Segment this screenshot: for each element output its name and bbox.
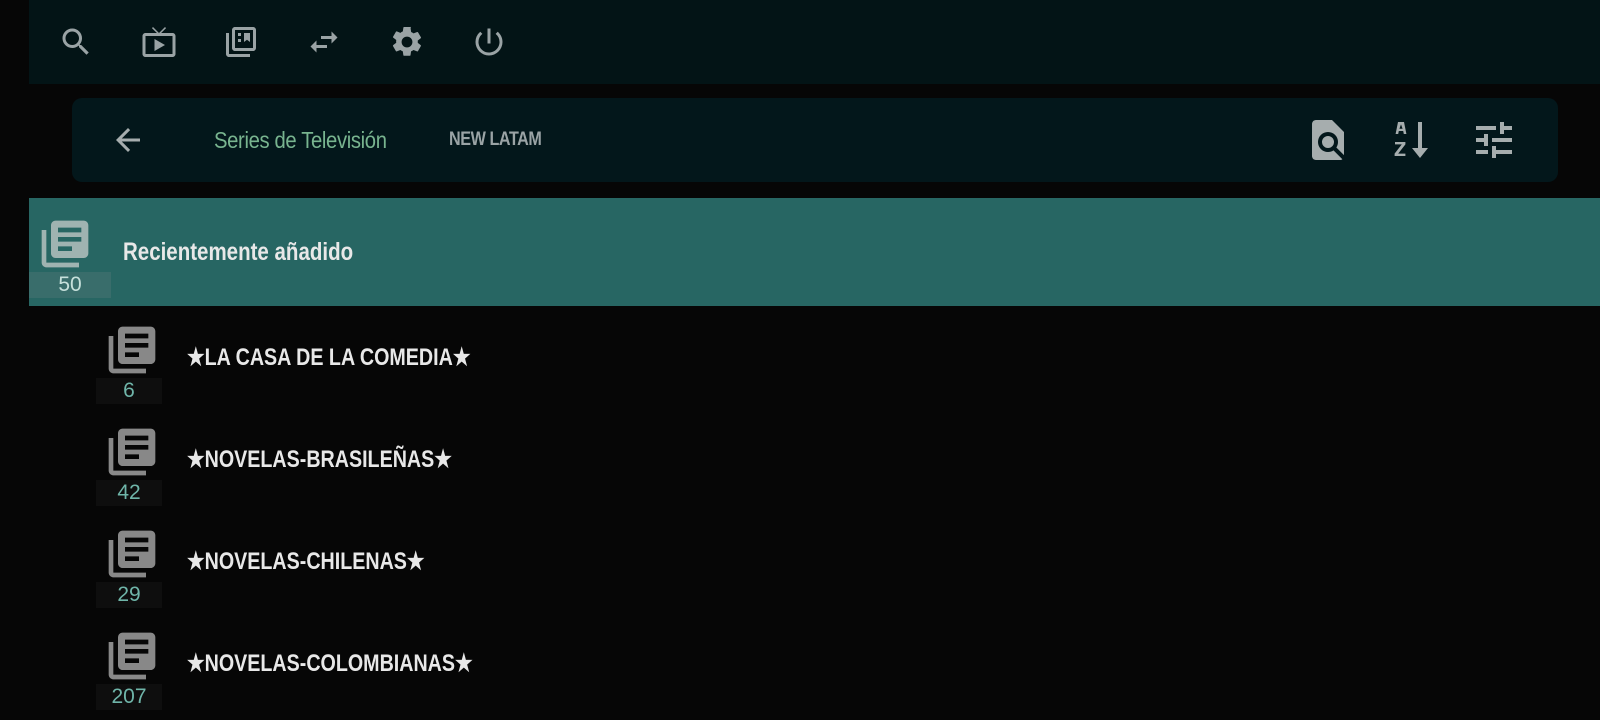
category-label: ★NOVELAS-CHILENAS★ (187, 547, 425, 575)
list-item[interactable]: 6 ★LA CASA DE LA COMEDIA★ (29, 306, 1600, 408)
tab-new-latam[interactable]: NEW LATAM (449, 125, 542, 155)
category-list: 50 Recientemente añadido 6 ★LA CASA DE L… (29, 198, 1600, 714)
category-label: Recientemente añadido (123, 237, 354, 266)
item-count: 6 (96, 378, 162, 404)
tv-icon[interactable] (139, 22, 179, 62)
category-label: ★NOVELAS-COLOMBIANAS★ (187, 649, 473, 677)
tune-icon[interactable] (1468, 114, 1520, 166)
settings-icon[interactable] (387, 22, 427, 62)
back-arrow-icon[interactable] (108, 120, 148, 160)
list-item[interactable]: 42 ★NOVELAS-BRASILEÑAS★ (29, 408, 1600, 510)
search-list-icon[interactable] (1302, 114, 1354, 166)
item-count: 207 (96, 684, 162, 710)
library-books-icon (108, 530, 156, 578)
category-icon: 29 (96, 526, 162, 608)
library-books-icon (108, 326, 156, 374)
category-label: ★LA CASA DE LA COMEDIA★ (187, 343, 471, 371)
power-icon[interactable] (469, 22, 509, 62)
sort-az-icon[interactable] (1386, 114, 1438, 166)
item-count: 29 (96, 582, 162, 608)
category-icon: 42 (96, 424, 162, 506)
media-library-icon[interactable] (221, 22, 261, 62)
list-item[interactable]: 207 ★NOVELAS-COLOMBIANAS★ (29, 612, 1600, 714)
category-icon: 207 (96, 628, 162, 710)
category-label: ★NOVELAS-BRASILEÑAS★ (187, 445, 452, 473)
library-books-icon (108, 632, 156, 680)
item-count: 50 (29, 272, 111, 298)
list-item[interactable]: 29 ★NOVELAS-CHILENAS★ (29, 510, 1600, 612)
library-books-icon (41, 220, 89, 268)
tab-series-de-television[interactable]: Series de Televisión (214, 125, 387, 155)
top-toolbar (29, 0, 1600, 84)
category-icon: 6 (96, 322, 162, 404)
item-count: 42 (96, 480, 162, 506)
library-books-icon (108, 428, 156, 476)
category-icon: 50 (29, 216, 111, 298)
search-icon[interactable] (56, 22, 96, 62)
list-item[interactable]: 50 Recientemente añadido (29, 198, 1600, 306)
category-navbar: Series de Televisión NEW LATAM (72, 98, 1558, 182)
swap-icon[interactable] (304, 22, 344, 62)
